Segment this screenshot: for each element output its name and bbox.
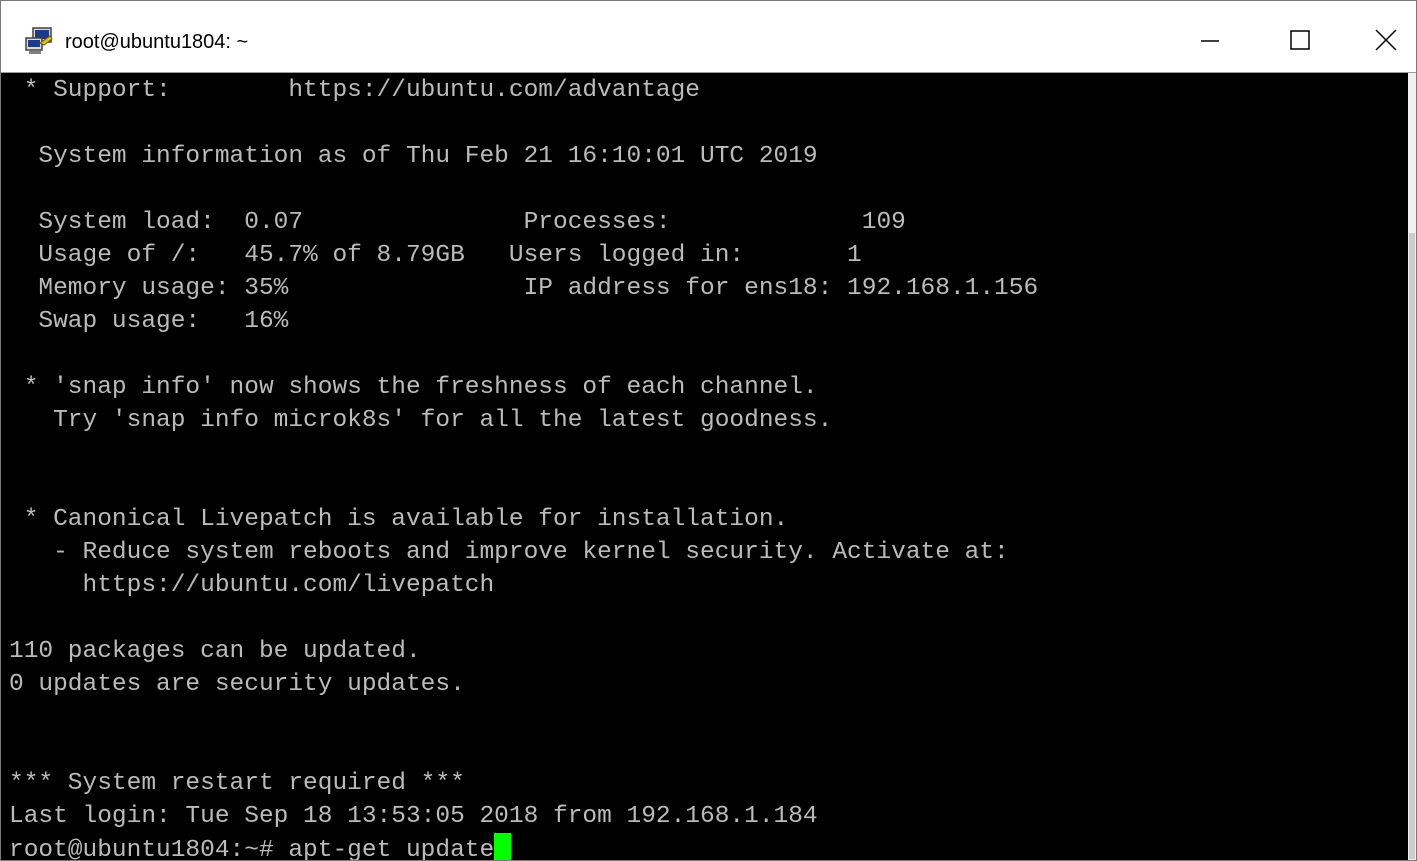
minimize-button[interactable]	[1156, 1, 1246, 71]
terminal-line: Usage of /: 45.7% of 8.79GB Users logged…	[9, 242, 862, 269]
scrollbar-thumb[interactable]	[1409, 233, 1415, 859]
terminal-line: https://ubuntu.com/livepatch	[9, 572, 495, 599]
terminal-line: Swap usage: 16%	[9, 308, 289, 335]
terminal-line: * Support: https://ubuntu.com/advantage	[9, 77, 701, 104]
maximize-icon	[1290, 30, 1310, 50]
terminal-line: 110 packages can be updated.	[9, 638, 421, 665]
terminal-line: Try 'snap info microk8s' for all the lat…	[9, 407, 833, 434]
terminal-line: 0 updates are security updates.	[9, 671, 465, 698]
close-button[interactable]	[1346, 1, 1416, 71]
putty-icon[interactable]	[25, 27, 55, 55]
command-input[interactable]: apt-get update	[288, 837, 494, 860]
minimize-icon	[1201, 40, 1219, 42]
maximize-button[interactable]	[1256, 1, 1346, 71]
title-bar[interactable]: root@ubuntu1804: ~	[1, 1, 1416, 73]
terminal-line: *** System restart required ***	[9, 770, 465, 797]
text-cursor	[494, 833, 512, 860]
terminal-line: System information as of Thu Feb 21 16:1…	[9, 143, 818, 170]
terminal-line: * 'snap info' now shows the freshness of…	[9, 374, 818, 401]
terminal-screen[interactable]: * Support: https://ubuntu.com/advantage …	[1, 73, 1408, 861]
close-icon	[1375, 29, 1397, 51]
command-line[interactable]: root@ubuntu1804:~# apt-get update	[9, 833, 512, 861]
vertical-scrollbar[interactable]	[1408, 73, 1416, 860]
shell-prompt: root@ubuntu1804:~#	[9, 837, 289, 861]
terminal-line: - Reduce system reboots and improve kern…	[9, 539, 1009, 566]
putty-window: root@ubuntu1804: ~ * Support: https://ub…	[0, 0, 1417, 861]
window-title: root@ubuntu1804: ~	[65, 31, 249, 53]
terminal-line: * Canonical Livepatch is available for i…	[9, 506, 789, 533]
terminal-line: Memory usage: 35% IP address for ens18: …	[9, 275, 1039, 302]
terminal-line: Last login: Tue Sep 18 13:53:05 2018 fro…	[9, 803, 818, 830]
terminal-line: System load: 0.07 Processes: 109	[9, 209, 906, 236]
